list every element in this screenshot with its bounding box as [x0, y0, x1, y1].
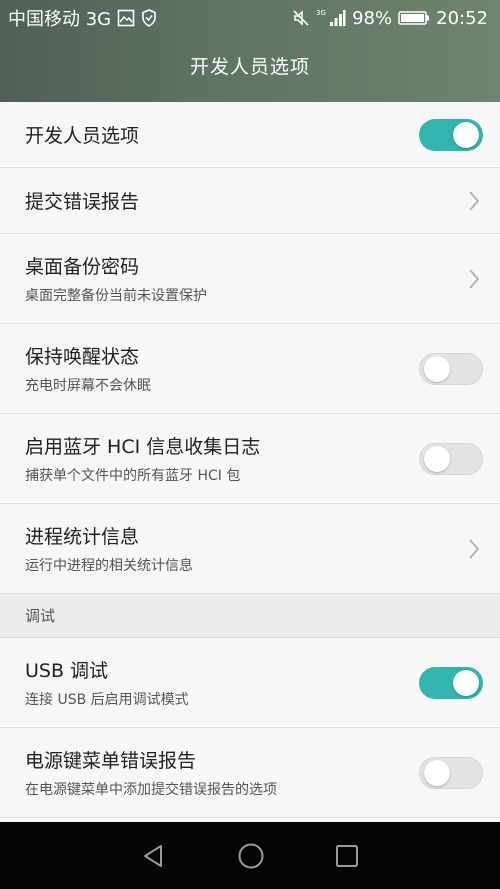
shield-icon: [141, 9, 157, 27]
carrier-label: 中国移动 3G: [8, 9, 112, 30]
row-title: USB 调试: [25, 660, 109, 682]
row-title: 电源键菜单错误报告: [25, 750, 197, 772]
row-title: 启用蓝牙 HCI 信息收集日志: [25, 436, 261, 458]
signal-icon: 3G: [316, 8, 346, 28]
battery-percent: 98%: [352, 7, 393, 29]
stay-awake-row[interactable]: 保持唤醒状态 充电时屏幕不会休眠: [0, 324, 500, 414]
page-title: 开发人员选项: [189, 56, 310, 78]
usb-debugging-row[interactable]: USB 调试 连接 USB 后启用调试模式: [0, 638, 500, 728]
row-title: 进程统计信息: [25, 526, 140, 548]
settings-list: 开发人员选项 提交错误报告 桌面备份密码 桌面完整备份当前未设置保护 保持唤醒状…: [0, 102, 500, 822]
recents-icon[interactable]: [335, 844, 359, 868]
bluetooth-hci-log-row[interactable]: 启用蓝牙 HCI 信息收集日志 捕获单个文件中的所有蓝牙 HCI 包: [0, 414, 500, 504]
row-title: 保持唤醒状态: [25, 346, 140, 368]
section-header-debug: 调试: [0, 594, 500, 638]
row-subtitle: 在电源键菜单中添加提交错误报告的选项: [25, 782, 277, 798]
stay-awake-switch[interactable]: [419, 352, 483, 385]
bluetooth-hci-log-switch[interactable]: [419, 442, 483, 475]
svg-text:3G: 3G: [316, 9, 326, 17]
chevron-right-icon: [469, 190, 480, 211]
navigation-bar: [0, 822, 500, 889]
switch-knob: [453, 669, 479, 696]
home-icon[interactable]: [237, 842, 265, 870]
battery-icon: [398, 10, 430, 26]
image-icon: [117, 9, 135, 27]
row-title: 提交错误报告: [25, 191, 140, 213]
switch-knob: [453, 121, 479, 148]
chevron-right-icon: [469, 268, 480, 289]
power-menu-bug-report-switch[interactable]: [419, 756, 483, 789]
process-stats-row[interactable]: 进程统计信息 运行中进程的相关统计信息: [0, 504, 500, 594]
row-subtitle: 捕获单个文件中的所有蓝牙 HCI 包: [25, 468, 241, 484]
back-icon[interactable]: [141, 843, 167, 869]
developer-options-switch[interactable]: [419, 118, 483, 151]
status-bar: 中国移动 3G 3G 98% 20:52: [0, 0, 500, 36]
row-subtitle: 连接 USB 后启用调试模式: [25, 692, 189, 708]
power-menu-bug-report-row[interactable]: 电源键菜单错误报告 在电源键菜单中添加提交错误报告的选项: [0, 728, 500, 818]
switch-knob: [424, 445, 450, 472]
app-header: 中国移动 3G 3G 98% 20:52 开发人员选项: [0, 0, 500, 102]
row-title: 桌面备份密码: [25, 256, 140, 278]
row-subtitle: 运行中进程的相关统计信息: [25, 558, 193, 574]
switch-knob: [424, 759, 450, 786]
mute-icon: [292, 9, 310, 27]
clock: 20:52: [436, 7, 488, 29]
desktop-backup-password-row[interactable]: 桌面备份密码 桌面完整备份当前未设置保护: [0, 234, 500, 324]
switch-knob: [424, 355, 450, 382]
row-subtitle: 桌面完整备份当前未设置保护: [25, 288, 207, 304]
submit-bug-report-row[interactable]: 提交错误报告: [0, 168, 500, 234]
chevron-right-icon: [469, 538, 480, 559]
developer-options-row[interactable]: 开发人员选项: [0, 102, 500, 168]
row-title: 开发人员选项: [25, 125, 140, 147]
usb-debugging-switch[interactable]: [419, 666, 483, 699]
row-subtitle: 充电时屏幕不会休眠: [25, 378, 151, 394]
